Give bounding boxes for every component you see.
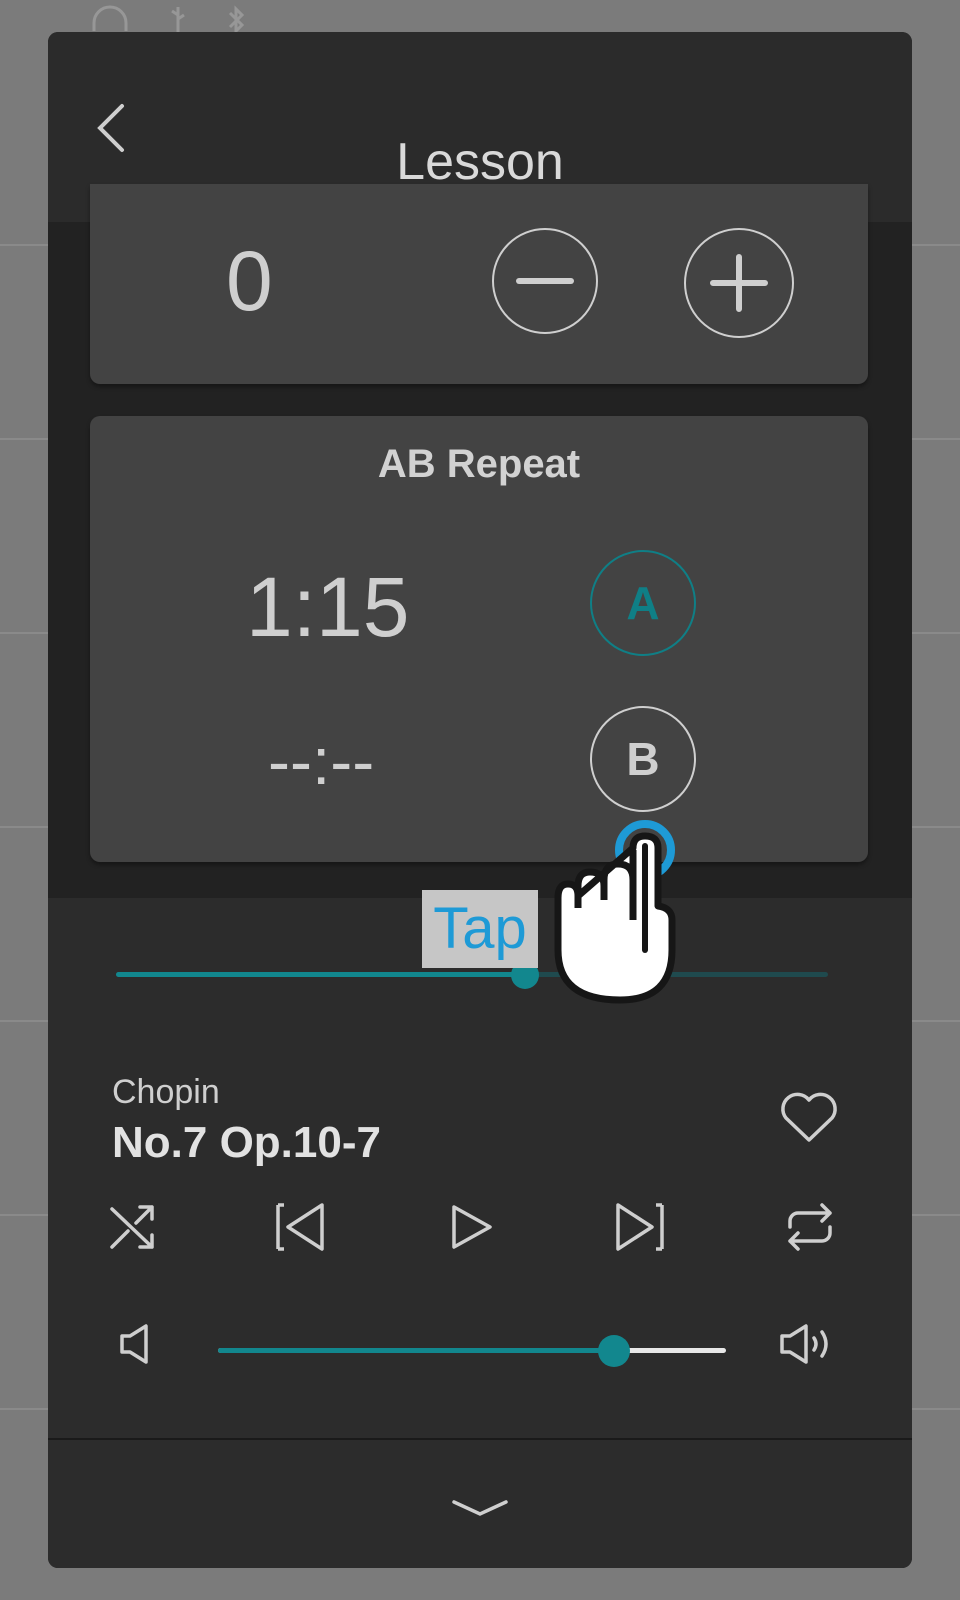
next-button[interactable] <box>610 1197 670 1257</box>
heart-outline-icon <box>781 1092 837 1142</box>
ab-repeat-title: AB Repeat <box>377 442 581 486</box>
tap-hint-label: Tap <box>422 890 538 968</box>
tap-hand-icon <box>540 800 690 1015</box>
play-button[interactable] <box>440 1197 500 1257</box>
repeat-button[interactable] <box>780 1197 840 1257</box>
decrease-button[interactable] <box>492 228 598 334</box>
volume-slider[interactable] <box>218 1335 726 1367</box>
song-progress-slider[interactable] <box>116 961 828 989</box>
set-point-a-button[interactable]: A <box>590 550 696 656</box>
previous-button[interactable] <box>270 1197 330 1257</box>
previous-icon <box>276 1203 324 1251</box>
shuffle-icon <box>110 1205 154 1249</box>
composer-name: Chopin <box>112 1073 220 1111</box>
point-a-time: 1:15 <box>246 560 410 654</box>
offset-card: 0 <box>90 184 868 384</box>
bluetooth-icon <box>228 5 245 35</box>
ab-repeat-card: AB Repeat 1:15 A --:-- B <box>90 416 868 862</box>
point-b-time: --:-- <box>268 724 375 798</box>
repeat-icon <box>788 1203 832 1251</box>
play-icon <box>452 1205 492 1249</box>
volume-down-button[interactable] <box>116 1322 156 1371</box>
progress-fill <box>116 972 526 977</box>
collapse-button[interactable] <box>428 1492 532 1532</box>
dialog-footer <box>48 1440 912 1568</box>
song-title: No.7 Op.10-7 <box>112 1118 381 1167</box>
volume-high-icon <box>780 1324 828 1364</box>
volume-low-icon <box>120 1324 148 1364</box>
volume-thumb[interactable] <box>598 1335 631 1367</box>
increase-button[interactable] <box>684 228 794 338</box>
page-title: Lesson <box>396 133 564 191</box>
headphones-icon <box>92 5 128 31</box>
point-a-label: A <box>626 577 660 629</box>
shuffle-button[interactable] <box>102 1197 162 1257</box>
usb-icon <box>171 7 185 33</box>
volume-fill <box>218 1348 615 1353</box>
plus-icon <box>710 254 768 312</box>
minus-icon <box>516 278 574 284</box>
set-point-b-button[interactable]: B <box>590 706 696 812</box>
lesson-dialog: Lesson 0 AB Repeat 1:15 A --:-- B Chopin… <box>48 32 912 1568</box>
next-icon <box>616 1203 664 1251</box>
chevron-down-icon <box>452 1500 508 1516</box>
volume-up-button[interactable] <box>778 1322 834 1371</box>
point-b-label: B <box>626 733 660 785</box>
favorite-button[interactable] <box>778 1090 840 1149</box>
offset-value: 0 <box>226 234 273 328</box>
